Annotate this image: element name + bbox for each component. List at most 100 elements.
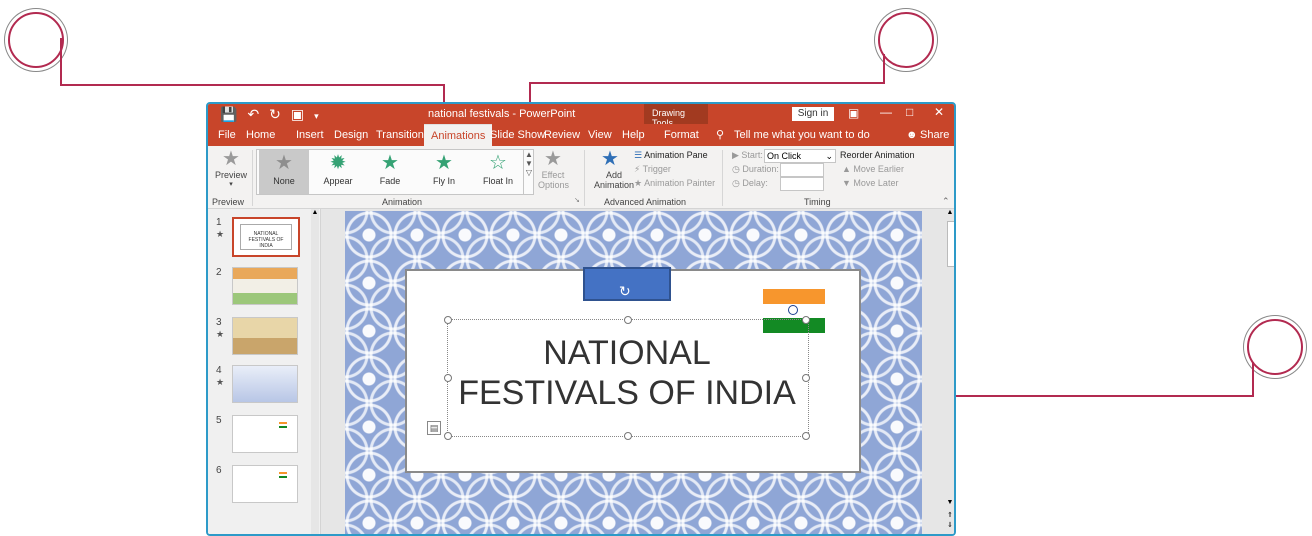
trigger-button[interactable]: ⚡ Trigger xyxy=(634,164,671,175)
thumbnail-number: 5 xyxy=(216,415,222,426)
tab-view[interactable]: View xyxy=(588,124,612,146)
sign-in-button[interactable]: Sign in xyxy=(792,107,834,121)
layout-options-icon[interactable]: ▤ xyxy=(427,421,441,435)
connector-2 xyxy=(883,54,885,84)
tab-format[interactable]: Format xyxy=(664,124,699,146)
collapse-ribbon-icon[interactable]: ⌃ xyxy=(942,196,950,207)
animation-star-icon: ★ xyxy=(216,377,225,387)
quick-access-toolbar: 💾 ↶ ↻ ▣ ▾ xyxy=(220,104,329,126)
resize-handle[interactable] xyxy=(444,432,452,440)
slide-thumbnail-4[interactable] xyxy=(232,365,298,403)
maximize-icon[interactable]: □ xyxy=(906,105,913,119)
connector-3 xyxy=(1252,362,1254,397)
lightbulb-icon[interactable]: ⚲ xyxy=(716,124,724,146)
resize-handle[interactable] xyxy=(802,432,810,440)
resize-handle[interactable] xyxy=(624,316,632,324)
slide-thumbnail-1[interactable]: NATIONAL FESTIVALS OF INDIA xyxy=(232,217,300,257)
ribbon-display-icon[interactable]: ▣ xyxy=(848,106,859,120)
add-animation-button[interactable]: ★ Add Animation xyxy=(588,148,634,190)
animation-fly-in[interactable]: ★ Fly In xyxy=(419,150,469,194)
start-dropdown[interactable]: On Click ⌄ xyxy=(764,149,836,163)
gallery-scroll[interactable]: ▲ ▼ ▽ xyxy=(523,150,534,194)
star-icon: ★ xyxy=(435,152,453,174)
duration-input[interactable] xyxy=(780,163,824,177)
starburst-icon: ✹ xyxy=(329,152,347,174)
callout-circle-1 xyxy=(8,12,64,68)
thumbnail-number: 6 xyxy=(216,465,222,476)
previous-slide-icon[interactable]: ⇑ xyxy=(946,511,954,519)
flag-icon xyxy=(279,472,287,478)
rotate-handle-icon[interactable]: ↻ xyxy=(619,283,631,300)
close-icon[interactable]: ✕ xyxy=(934,105,944,119)
share-icon[interactable]: ☻ xyxy=(906,124,918,146)
duration-label: ◷ Duration: xyxy=(732,164,779,174)
delay-label: ◷ Delay: xyxy=(732,178,768,188)
start-from-beginning-icon[interactable]: ▣ xyxy=(291,104,304,124)
flag-icon xyxy=(279,422,287,428)
preview-label: Preview xyxy=(214,170,247,180)
redo-icon[interactable]: ↻ xyxy=(269,104,281,124)
slide-title[interactable]: NATIONAL FESTIVALS OF INDIA xyxy=(447,333,807,413)
chevron-down-icon: ▾ xyxy=(229,181,233,188)
scroll-up-icon[interactable]: ▲ xyxy=(946,209,954,216)
callout-circle-3 xyxy=(1247,319,1303,375)
slide-thumbnail-2[interactable] xyxy=(232,267,298,305)
tab-home[interactable]: Home xyxy=(246,124,275,146)
animation-float-in[interactable]: ☆ Float In xyxy=(473,150,523,194)
blue-rectangle-shape[interactable]: ↻ xyxy=(583,267,671,301)
animation-none[interactable]: ★ None xyxy=(259,150,309,194)
slide-thumbnail-5[interactable] xyxy=(232,415,298,453)
effect-options-button[interactable]: ★ Effect Options xyxy=(538,148,569,190)
dialog-launcher-icon[interactable]: ↘ xyxy=(574,196,580,204)
thumbnail-number: 1 xyxy=(216,217,222,228)
thumbnail-number: 3 xyxy=(216,317,222,328)
slide-thumbnail-6[interactable] xyxy=(232,465,298,503)
move-later-button[interactable]: ▼ Move Later xyxy=(842,178,898,188)
resize-handle[interactable] xyxy=(802,316,810,324)
current-slide: ↻ NATIONAL FESTIVALS OF INDIA ▤ xyxy=(345,211,922,534)
tab-animations[interactable]: Animations xyxy=(424,124,493,147)
animations-ribbon: ★ Preview ▾ Preview ★ None ✹ Appear ★ Fa… xyxy=(208,146,954,209)
slide-thumbnails-pane: 1 ★ NATIONAL FESTIVALS OF INDIA 2 3 ★ 4 … xyxy=(208,209,321,534)
scroll-down-icon[interactable]: ▼ xyxy=(946,499,954,506)
animation-painter-button[interactable]: ★ Animation Painter xyxy=(634,178,715,189)
tell-me-box[interactable]: Tell me what you want to do xyxy=(734,124,870,146)
scroll-thumb[interactable] xyxy=(947,221,954,267)
lightning-icon: ⚡ xyxy=(634,164,641,174)
tab-review[interactable]: Review xyxy=(544,124,580,146)
tab-insert[interactable]: Insert xyxy=(296,124,324,146)
resize-handle[interactable] xyxy=(444,316,452,324)
animation-group-label: Animation xyxy=(382,197,423,207)
next-slide-icon[interactable]: ⇓ xyxy=(946,521,954,529)
powerpoint-window: 💾 ↶ ↻ ▣ ▾ national festivals - PowerPoint Si… xyxy=(206,102,956,536)
animation-gallery: ★ None ✹ Appear ★ Fade ★ Fly In ☆ Float … xyxy=(256,149,534,195)
share-button[interactable]: Share xyxy=(920,124,949,146)
connector-1 xyxy=(60,38,62,86)
tab-help[interactable]: Help xyxy=(622,124,645,146)
chevron-down-icon: ⌄ xyxy=(825,151,833,161)
animation-fade[interactable]: ★ Fade xyxy=(365,150,415,194)
ribbon-tabs: File Home Insert Design Transitions Anim… xyxy=(208,124,954,147)
save-icon[interactable]: 💾 xyxy=(220,104,237,124)
preview-group-label: Preview xyxy=(212,197,245,207)
slide-scrollbar[interactable]: ▲ ▼ ⇑ ⇓ xyxy=(946,209,954,534)
title-bar: 💾 ↶ ↻ ▣ ▾ national festivals - PowerPoint Si… xyxy=(208,104,954,124)
window-title: national festivals - PowerPoint xyxy=(428,108,576,120)
tab-slide-show[interactable]: Slide Show xyxy=(490,124,545,146)
preview-button[interactable]: ★ Preview ▾ xyxy=(212,148,250,188)
animation-pane-button[interactable]: ☰ Animation Pane xyxy=(634,150,708,161)
animation-appear[interactable]: ✹ Appear xyxy=(313,150,363,194)
scroll-up-icon[interactable]: ▲ xyxy=(311,209,319,216)
minimize-icon[interactable]: — xyxy=(880,105,892,119)
tab-design[interactable]: Design xyxy=(334,124,368,146)
reorder-animation-label: Reorder Animation xyxy=(840,150,915,160)
customize-qat-icon[interactable]: ▾ xyxy=(314,106,319,126)
slide-thumbnail-3[interactable] xyxy=(232,317,298,355)
move-earlier-button[interactable]: ▲ Move Earlier xyxy=(842,164,904,174)
undo-icon[interactable]: ↶ xyxy=(247,104,259,124)
thumbnails-scrollbar[interactable]: ▲ xyxy=(311,209,319,534)
resize-handle[interactable] xyxy=(624,432,632,440)
delay-input[interactable] xyxy=(780,177,824,191)
tab-transitions[interactable]: Transitions xyxy=(376,124,429,146)
tab-file[interactable]: File xyxy=(218,124,236,146)
